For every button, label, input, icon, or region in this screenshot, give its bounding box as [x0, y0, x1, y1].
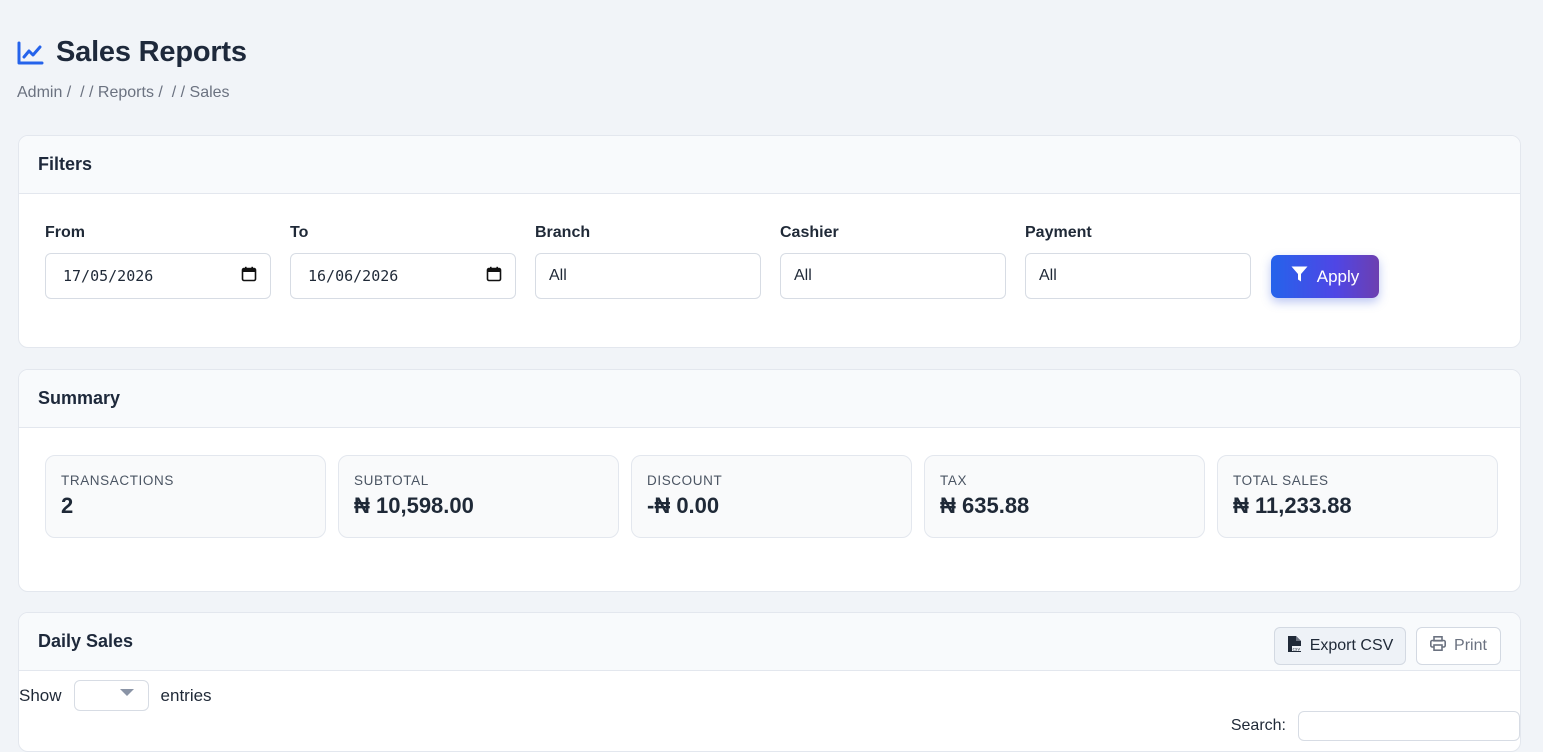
calendar-icon[interactable] — [241, 266, 257, 286]
breadcrumb-separator: / / — [75, 84, 98, 101]
from-field: From 17/05/2026 — [45, 224, 271, 299]
stat-value: ₦ 11,233.88 — [1233, 493, 1352, 518]
to-label: To — [290, 224, 309, 241]
export-csv-label: Export CSV — [1309, 637, 1394, 654]
branch-select[interactable]: All — [535, 253, 761, 299]
breadcrumb-admin[interactable]: Admin / — [17, 84, 76, 102]
from-label: From — [45, 224, 85, 241]
show-label: Show — [19, 685, 62, 705]
stat-label: TOTAL SALES — [1233, 473, 1329, 488]
stat-label: DISCOUNT — [647, 473, 723, 488]
csv-file-icon: csv — [1287, 635, 1302, 658]
cashier-field: Cashier All — [780, 224, 1006, 299]
breadcrumb-reports[interactable]: Reports / — [98, 84, 167, 102]
calendar-icon[interactable] — [486, 266, 502, 286]
filters-row: From 17/05/2026 To 16/06/2026 Branch All — [45, 224, 1379, 299]
chevron-down-icon — [119, 689, 134, 696]
payment-label: Payment — [1025, 224, 1092, 241]
summary-card-title: Summary — [19, 370, 1520, 428]
payment-field: Payment All — [1025, 224, 1251, 299]
export-csv-button[interactable]: csv Export CSV — [1274, 627, 1406, 665]
from-date-input[interactable]: 17/05/2026 — [45, 253, 271, 299]
cashier-label: Cashier — [780, 224, 839, 241]
filters-card: Filters From 17/05/2026 To 16/06/2026 Br… — [18, 135, 1521, 348]
stat-transactions: TRANSACTIONS 2 — [45, 455, 326, 538]
svg-text:csv: csv — [1292, 647, 1300, 652]
search-label: Search: — [1230, 717, 1286, 734]
branch-label: Branch — [535, 224, 591, 241]
stat-subtotal: SUBTOTAL ₦ 10,598.00 — [338, 455, 619, 538]
apply-button[interactable]: Apply — [1271, 255, 1379, 298]
filter-icon — [1291, 266, 1308, 287]
summary-stats: TRANSACTIONS 2 SUBTOTAL ₦ 10,598.00 DISC… — [45, 455, 1498, 538]
title-row: Sales Reports — [17, 36, 247, 69]
stat-tax: TAX ₦ 635.88 — [924, 455, 1205, 538]
entries-label: entries — [160, 685, 212, 705]
stat-value: ₦ 10,598.00 — [354, 493, 474, 518]
to-field: To 16/06/2026 — [290, 224, 516, 299]
summary-card: Summary TRANSACTIONS 2 SUBTOTAL ₦ 10,598… — [18, 369, 1521, 592]
cashier-select[interactable]: All — [780, 253, 1006, 299]
stat-total-sales: TOTAL SALES ₦ 11,233.88 — [1217, 455, 1498, 538]
to-date-value: 16/06/2026 — [308, 267, 399, 285]
apply-label: Apply — [1316, 266, 1360, 286]
entries-select[interactable] — [73, 680, 149, 711]
branch-field: Branch All — [535, 224, 761, 299]
breadcrumb: Admin / / / Reports / / / Sales — [17, 84, 247, 102]
chart-line-icon — [17, 41, 44, 65]
daily-sales-card: Daily Sales csv Export CSV Print Show en… — [18, 612, 1521, 752]
filters-card-title: Filters — [19, 136, 1520, 194]
breadcrumb-sales: Sales — [189, 84, 230, 101]
stat-discount: DISCOUNT -₦ 0.00 — [631, 455, 912, 538]
stat-value: -₦ 0.00 — [647, 493, 720, 518]
cashier-value: All — [794, 267, 812, 284]
to-date-input[interactable]: 16/06/2026 — [290, 253, 516, 299]
stat-value: ₦ 635.88 — [940, 493, 1030, 518]
stat-label: SUBTOTAL — [354, 473, 429, 488]
search-input[interactable] — [1298, 711, 1520, 741]
branch-value: All — [549, 267, 567, 284]
stat-label: TAX — [940, 473, 968, 488]
payment-select[interactable]: All — [1025, 253, 1251, 299]
show-entries: Show entries — [19, 680, 212, 711]
stat-label: TRANSACTIONS — [61, 473, 174, 488]
from-date-value: 17/05/2026 — [63, 267, 154, 285]
table-search: Search: — [1231, 711, 1520, 741]
payment-value: All — [1039, 267, 1057, 284]
daily-actions: csv Export CSV Print — [1274, 627, 1501, 665]
print-label: Print — [1454, 637, 1487, 654]
breadcrumb-separator: / / — [167, 84, 190, 101]
printer-icon — [1430, 636, 1447, 656]
page-title: Sales Reports — [56, 36, 247, 68]
page-header: Sales Reports Admin / / / Reports / / / … — [17, 36, 247, 102]
stat-value: 2 — [61, 493, 74, 518]
print-button[interactable]: Print — [1416, 627, 1501, 665]
